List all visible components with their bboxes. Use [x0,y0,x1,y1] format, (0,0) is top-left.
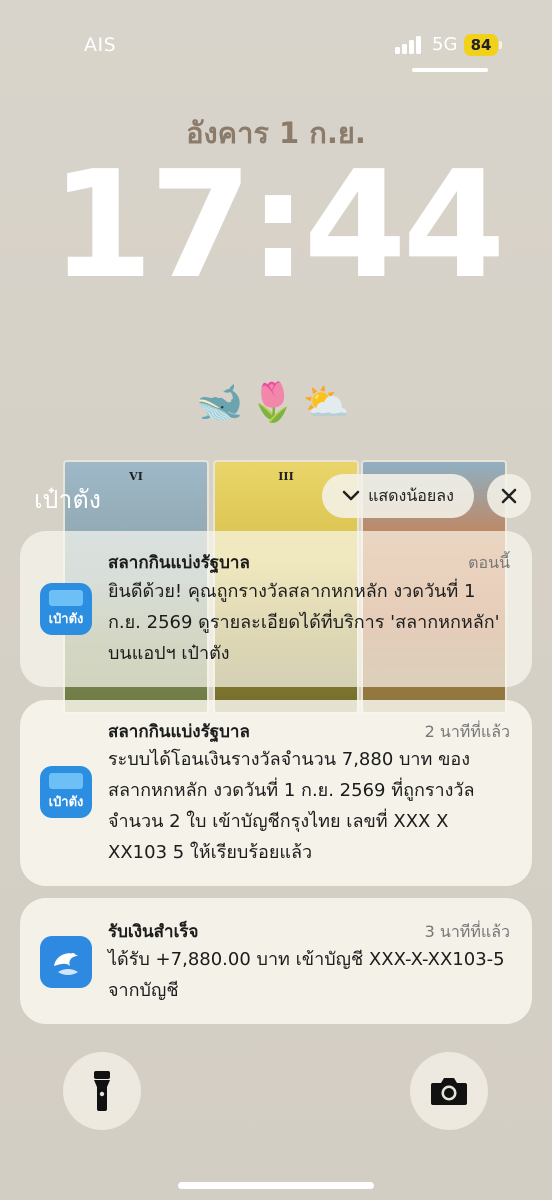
notification-title: รับเงินสำเร็จ [108,922,199,942]
pao-tang-app-icon: เป๋าตัง [40,766,92,818]
flashlight-button[interactable] [63,1052,141,1130]
widget-emojis[interactable]: 🐋🌷⛅ [0,380,552,425]
notification-title: สลากกินแบ่งรัฐบาล [108,553,250,573]
signal-bars-icon [395,36,425,54]
notification-body: ยินดีด้วย! คุณถูกรางวัลสลากหกหลัก งวดวัน… [108,581,500,664]
notification-group-title: เป๋าตัง [34,485,101,514]
lock-clock: 17:44 [50,139,505,311]
close-icon [501,488,517,504]
notification-money-received[interactable]: รับเงินสำเร็จ 3 นาทีที่แล้ว ได้รับ +7,88… [20,898,532,1024]
camera-icon [431,1078,467,1105]
battery-cap [499,41,502,49]
status-bar: AIS 5G 84 [0,0,552,90]
krungthai-bank-icon [40,936,92,988]
notification-lottery-win[interactable]: เป๋าตัง สลากกินแบ่งรัฐบาล ตอนนี้ ยินดีด้… [20,531,532,687]
notification-prize-transfer[interactable]: เป๋าตัง สลากกินแบ่งรัฐบาล 2 นาทีที่แล้ว … [20,700,532,886]
chevron-down-icon [342,490,360,501]
notification-body: ระบบได้โอนเงินรางวัลจำนวน 7,880 บาท ของส… [108,749,475,863]
app-icon-label: เป๋าตัง [48,795,84,810]
battery-icon: 84 [464,34,498,56]
notification-title: สลากกินแบ่งรัฐบาล [108,722,250,742]
notification-time: ตอนนี้ [468,553,510,572]
app-icon-label: เป๋าตัง [48,612,84,627]
flashlight-icon [94,1071,110,1111]
notification-time: 3 นาทีที่แล้ว [424,922,510,941]
network-type: 5G [432,34,458,55]
show-less-label: แสดงน้อยลง [368,485,454,505]
carrier-name: AIS [84,34,117,56]
notification-time: 2 นาทีที่แล้ว [424,722,510,741]
close-group-button[interactable] [487,474,531,518]
home-indicator[interactable] [178,1182,374,1189]
qr-card-graphic [49,590,83,606]
pao-tang-app-icon: เป๋าตัง [40,583,92,635]
show-less-button[interactable]: แสดงน้อยลง [322,474,474,518]
camera-button[interactable] [410,1052,488,1130]
qr-card-graphic [49,773,83,789]
bird-logo-icon [54,953,78,975]
control-center-indicator[interactable] [412,68,488,72]
notification-body: ได้รับ +7,880.00 บาท เข้าบัญชี XXX-X-XX1… [108,949,505,1001]
